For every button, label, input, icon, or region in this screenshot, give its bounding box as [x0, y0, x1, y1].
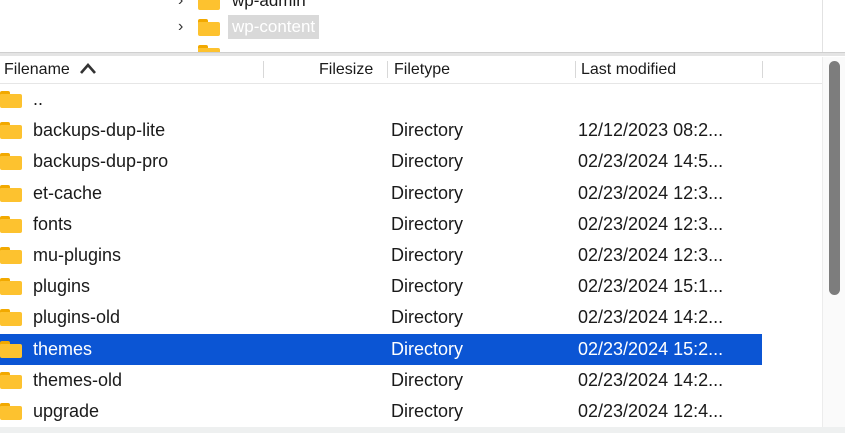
folder-icon [0, 403, 22, 420]
file-list-scrollbar[interactable] [822, 57, 845, 427]
file-type: Directory [391, 151, 464, 172]
file-last-modified: 02/23/2024 12:3... [578, 245, 724, 265]
folder-icon [0, 184, 22, 202]
column-header-filetype[interactable]: Filetype [394, 61, 450, 79]
file-name: upgrade [33, 401, 100, 421]
folder-icon [0, 122, 22, 140]
file-row[interactable]: themes Directory 02/23/2024 15:2... [0, 333, 762, 365]
column-header-last-modified[interactable]: Last modified [581, 61, 676, 79]
file-last-modified: 02/23/2024 14:5... [578, 151, 724, 172]
file-last-modified: 02/23/2024 12:3... [578, 213, 724, 234]
file-type: Directory [391, 245, 464, 265]
file-row[interactable]: backups-dup-pro Directory 02/23/2024 14:5.… [0, 146, 762, 177]
chevron-right-icon[interactable]: › [178, 18, 198, 36]
file-name: et-cache [33, 182, 103, 203]
folder-icon [0, 278, 22, 296]
file-name: backups-dup-pro [33, 151, 169, 172]
folder-icon [0, 215, 22, 233]
column-header-filesize[interactable]: Filesize [319, 61, 373, 79]
file-row[interactable]: fonts Directory 02/23/2024 12:3... [0, 209, 762, 240]
chevron-up-icon [80, 63, 97, 74]
folder-icon [0, 309, 22, 327]
file-list-header: Filename Filesize Filetype Last modified [0, 57, 822, 84]
file-row[interactable]: plugins-old Directory 02/23/2024 14:2... [0, 302, 762, 333]
folder-icon [0, 371, 22, 389]
folder-icon [198, 0, 220, 10]
file-last-modified: 02/23/2024 12:4... [578, 401, 724, 421]
folder-icon [0, 247, 22, 264]
folder-icon [198, 18, 220, 36]
file-name: plugins [33, 276, 91, 297]
file-name: fonts [33, 213, 73, 234]
tree-scrollbar-edge [822, 0, 823, 52]
folder-icon [0, 340, 22, 358]
remote-directory-tree: › wp-admin › wp-content [0, 0, 845, 52]
status-strip [0, 427, 845, 433]
folder-icon [198, 44, 220, 52]
folder-icon [0, 91, 22, 108]
file-last-modified: 02/23/2024 15:1... [578, 276, 724, 297]
file-last-modified: 02/23/2024 14:2... [578, 307, 724, 328]
file-type: Directory [391, 120, 464, 141]
file-row[interactable]: upgrade Directory 02/23/2024 12:4... [0, 396, 762, 427]
file-type: Directory [391, 338, 464, 359]
file-row[interactable]: et-cache Directory 02/23/2024 12:3... [0, 178, 762, 209]
tree-node-label: wp-admin [232, 0, 306, 10]
file-type: Directory [391, 213, 464, 234]
column-separator[interactable] [387, 61, 388, 78]
tree-node-wp-admin[interactable]: › wp-admin [178, 0, 310, 14]
file-type: Directory [391, 182, 464, 203]
file-type: Directory [391, 276, 464, 297]
file-name: themes [33, 338, 93, 359]
tree-node-partial [178, 40, 228, 52]
file-name: plugins-old [33, 307, 121, 328]
file-row[interactable]: .. [0, 84, 762, 115]
file-row[interactable]: themes-old Directory 02/23/2024 14:2... [0, 365, 762, 396]
file-name: mu-plugins [33, 245, 122, 265]
tree-node-label: wp-content [228, 15, 320, 39]
file-row[interactable]: plugins Directory 02/23/2024 15:1... [0, 271, 762, 302]
file-type: Directory [391, 401, 464, 421]
file-name: themes-old [33, 369, 123, 390]
scrollbar-thumb[interactable] [829, 61, 840, 295]
file-row[interactable]: backups-dup-lite Directory 12/12/2023 08:2… [0, 115, 762, 146]
tree-node-wp-content[interactable]: › wp-content [178, 14, 320, 40]
pane-splitter[interactable] [0, 52, 845, 56]
file-name: backups-dup-lite [33, 120, 166, 141]
file-type: Directory [391, 369, 464, 390]
file-row[interactable]: mu-plugins Directory 02/23/2024 12:3... [0, 240, 762, 271]
file-last-modified: 02/23/2024 12:3... [578, 182, 724, 203]
file-type: Directory [391, 307, 464, 328]
file-last-modified: 02/23/2024 15:2... [578, 338, 724, 359]
file-name: .. [33, 89, 44, 109]
column-separator[interactable] [575, 61, 576, 78]
file-last-modified: 02/23/2024 14:2... [578, 369, 724, 390]
file-last-modified: 12/12/2023 08:2... [578, 120, 724, 141]
column-separator[interactable] [263, 61, 264, 78]
column-separator[interactable] [762, 61, 763, 78]
folder-icon [0, 153, 22, 171]
column-header-filename[interactable]: Filename [4, 61, 98, 79]
chevron-right-icon[interactable]: › [178, 0, 198, 10]
